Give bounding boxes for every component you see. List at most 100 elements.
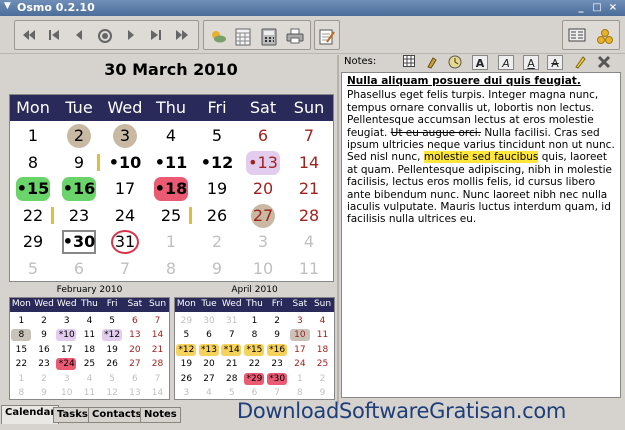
next-day-cell[interactable]: 5	[220, 386, 243, 400]
main-day-cell[interactable]: 6	[56, 256, 102, 282]
main-day-cell[interactable]: 4	[286, 229, 332, 255]
next-day-cell[interactable]: 22	[243, 357, 266, 371]
main-day-cell[interactable]: 3	[240, 229, 286, 255]
main-day-cell[interactable]: 1	[10, 123, 56, 149]
close-button[interactable]: ×	[607, 2, 619, 14]
prev-day-cell[interactable]: 8	[10, 386, 33, 400]
prev-day-cell[interactable]: 1	[10, 372, 33, 386]
main-day-cell[interactable]: 10	[240, 256, 286, 282]
insert-table-icon[interactable]	[401, 55, 417, 70]
prev-day-cell[interactable]: *12	[101, 328, 124, 342]
next-day-cell[interactable]: 5	[175, 328, 198, 342]
prev-day-cell[interactable]: 23	[33, 357, 56, 371]
next-day-cell[interactable]: 2	[266, 314, 289, 328]
next-day-cell[interactable]: 4	[198, 386, 221, 400]
weather-icon[interactable]	[208, 26, 228, 46]
settings-icon[interactable]	[595, 26, 615, 46]
next-day-cell[interactable]: 24	[289, 357, 312, 371]
main-day-cell[interactable]: 2	[194, 229, 240, 255]
printer-icon[interactable]	[285, 26, 305, 46]
tab-tasks[interactable]: Tasks	[53, 407, 92, 423]
next-year-icon[interactable]	[172, 26, 192, 46]
prev-day-cell[interactable]: 28	[146, 357, 169, 371]
main-day-cell[interactable]: 31	[102, 229, 148, 255]
prev-day-cell[interactable]: 18	[78, 343, 101, 357]
next-day-cell[interactable]: 28	[220, 372, 243, 386]
main-day-cell[interactable]: 4	[148, 123, 194, 149]
main-day-cell[interactable]: •15	[10, 176, 56, 202]
prev-day-cell[interactable]: 27	[124, 357, 147, 371]
main-day-cell[interactable]: •12	[194, 150, 240, 176]
underline-button[interactable]: A	[523, 55, 539, 70]
prev-day-cell[interactable]: 2	[33, 314, 56, 328]
prev-day-cell[interactable]: 26	[101, 357, 124, 371]
italic-button[interactable]: A	[498, 55, 514, 70]
today-icon[interactable]	[95, 26, 115, 46]
next-day-cell[interactable]: 9	[311, 386, 334, 400]
next-day-cell[interactable]: 3	[289, 314, 312, 328]
minimize-button[interactable]: _	[575, 2, 587, 14]
main-day-cell[interactable]: 9	[194, 256, 240, 282]
next-day-cell[interactable]: 2	[311, 372, 334, 386]
clear-format-icon[interactable]	[424, 55, 440, 70]
main-day-cell[interactable]: •16	[56, 176, 102, 202]
main-day-cell[interactable]: 23	[56, 203, 102, 229]
prev-day-cell[interactable]: 14	[146, 386, 169, 400]
prev-day-cell[interactable]: 13	[124, 328, 147, 342]
next-day-icon[interactable]	[121, 26, 141, 46]
prev-day-cell[interactable]: 6	[124, 372, 147, 386]
main-day-cell[interactable]: 1	[148, 229, 194, 255]
prev-day-cell[interactable]: 5	[101, 372, 124, 386]
prev-day-cell[interactable]: 13	[124, 386, 147, 400]
next-day-cell[interactable]: 27	[198, 372, 221, 386]
next-day-cell[interactable]: 26	[175, 372, 198, 386]
main-day-cell[interactable]: 22	[10, 203, 56, 229]
main-day-cell[interactable]: 8	[10, 150, 56, 176]
main-day-cell[interactable]: 29	[10, 229, 56, 255]
main-day-cell[interactable]: 2	[56, 123, 102, 149]
prev-day-cell[interactable]: 1	[10, 314, 33, 328]
next-day-cell[interactable]: 8	[243, 328, 266, 342]
next-day-cell[interactable]: 3	[175, 386, 198, 400]
main-day-cell[interactable]: •13	[240, 150, 286, 176]
prev-day-cell[interactable]: 21	[146, 343, 169, 357]
prev-day-cell[interactable]: *24	[55, 357, 78, 371]
next-day-cell[interactable]: *16	[266, 343, 289, 357]
prev-day-cell[interactable]: 9	[33, 328, 56, 342]
next-day-cell[interactable]: 11	[311, 328, 334, 342]
next-day-cell[interactable]: 4	[311, 314, 334, 328]
prev-day-cell[interactable]: 3	[55, 372, 78, 386]
next-day-cell[interactable]: *13	[198, 343, 221, 357]
main-day-cell[interactable]: 17	[102, 176, 148, 202]
next-day-cell[interactable]: *30	[266, 372, 289, 386]
next-day-cell[interactable]: 6	[198, 328, 221, 342]
main-day-cell[interactable]: 19	[194, 176, 240, 202]
next-day-cell[interactable]: 7	[220, 328, 243, 342]
strikethrough-button[interactable]: A	[547, 55, 563, 70]
prev-day-cell[interactable]: 17	[55, 343, 78, 357]
prev-day-cell[interactable]: 15	[10, 343, 33, 357]
prev-day-cell[interactable]: 5	[101, 314, 124, 328]
prev-day-cell[interactable]: 9	[33, 386, 56, 400]
main-day-cell[interactable]: •10	[102, 150, 148, 176]
main-day-cell[interactable]: 11	[286, 256, 332, 282]
main-day-cell[interactable]: 27	[240, 203, 286, 229]
next-day-cell[interactable]: 20	[198, 357, 221, 371]
next-day-cell[interactable]: *15	[243, 343, 266, 357]
next-day-cell[interactable]: 21	[220, 357, 243, 371]
prev-day-cell[interactable]: 20	[124, 343, 147, 357]
next-day-cell[interactable]: 30	[198, 314, 221, 328]
prev-day-cell[interactable]: 25	[78, 357, 101, 371]
next-day-cell[interactable]: *12	[175, 343, 198, 357]
prev-day-cell[interactable]: 11	[78, 386, 101, 400]
prev-day-cell[interactable]: 12	[101, 386, 124, 400]
main-day-cell[interactable]: 24	[102, 203, 148, 229]
next-day-cell[interactable]: 1	[243, 314, 266, 328]
next-day-cell[interactable]: 19	[175, 357, 198, 371]
maximize-button[interactable]: □	[591, 2, 603, 14]
main-day-cell[interactable]: 14	[286, 150, 332, 176]
prev-day-cell[interactable]: 11	[78, 328, 101, 342]
prev-day-cell[interactable]: 2	[33, 372, 56, 386]
calculator-icon[interactable]	[259, 26, 279, 46]
prev-day-cell[interactable]: *10	[55, 328, 78, 342]
